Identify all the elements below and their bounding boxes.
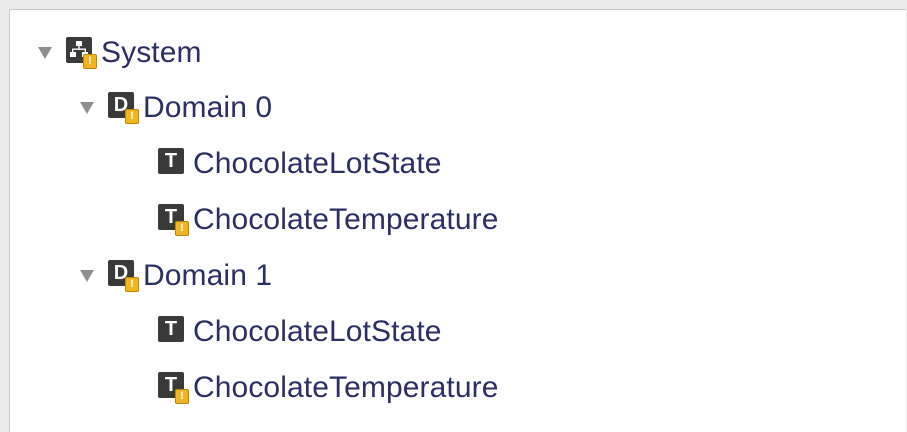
topic-icon: T !: [158, 204, 191, 236]
topic-icon: T !: [158, 372, 191, 404]
tree-item-label: ChocolateTemperature: [193, 371, 499, 404]
tree-item-label: ChocolateLotState: [193, 315, 442, 348]
warning-badge-icon: !: [175, 221, 189, 236]
tree-item-topic[interactable]: T ChocolateLotState: [158, 136, 442, 192]
expand-triangle-icon[interactable]: [80, 102, 94, 114]
tree-item-label: Domain 1: [143, 259, 273, 292]
warning-badge-icon: !: [175, 389, 189, 404]
domain-icon: D !: [108, 92, 141, 124]
warning-badge-icon: !: [83, 54, 97, 69]
tree-item-system[interactable]: ! System: [38, 25, 202, 81]
tree-item-label: Domain 0: [143, 91, 273, 124]
topic-icon: T: [158, 148, 191, 180]
topic-icon: T: [158, 316, 191, 348]
tree-item-label: ChocolateTemperature: [193, 203, 499, 236]
expand-triangle-icon[interactable]: [38, 47, 52, 59]
warning-badge-icon: !: [125, 109, 139, 124]
domain-icon: D !: [108, 260, 141, 292]
tree-item-domain-0[interactable]: D ! Domain 0: [80, 80, 272, 136]
tree-item-topic[interactable]: T ChocolateLotState: [158, 304, 442, 360]
tree-item-topic[interactable]: T ! ChocolateTemperature: [158, 360, 499, 416]
tree-panel: ! System D ! Domain 0 T ChocolateLotStat…: [9, 9, 906, 432]
tree-item-label: System: [101, 36, 202, 69]
warning-badge-icon: !: [125, 277, 139, 292]
tree-item-topic[interactable]: T ! ChocolateTemperature: [158, 192, 499, 248]
tree-item-label: ChocolateLotState: [193, 147, 442, 180]
system-icon: !: [66, 37, 99, 69]
expand-triangle-icon[interactable]: [80, 270, 94, 282]
tree-item-domain-1[interactable]: D ! Domain 1: [80, 248, 272, 304]
